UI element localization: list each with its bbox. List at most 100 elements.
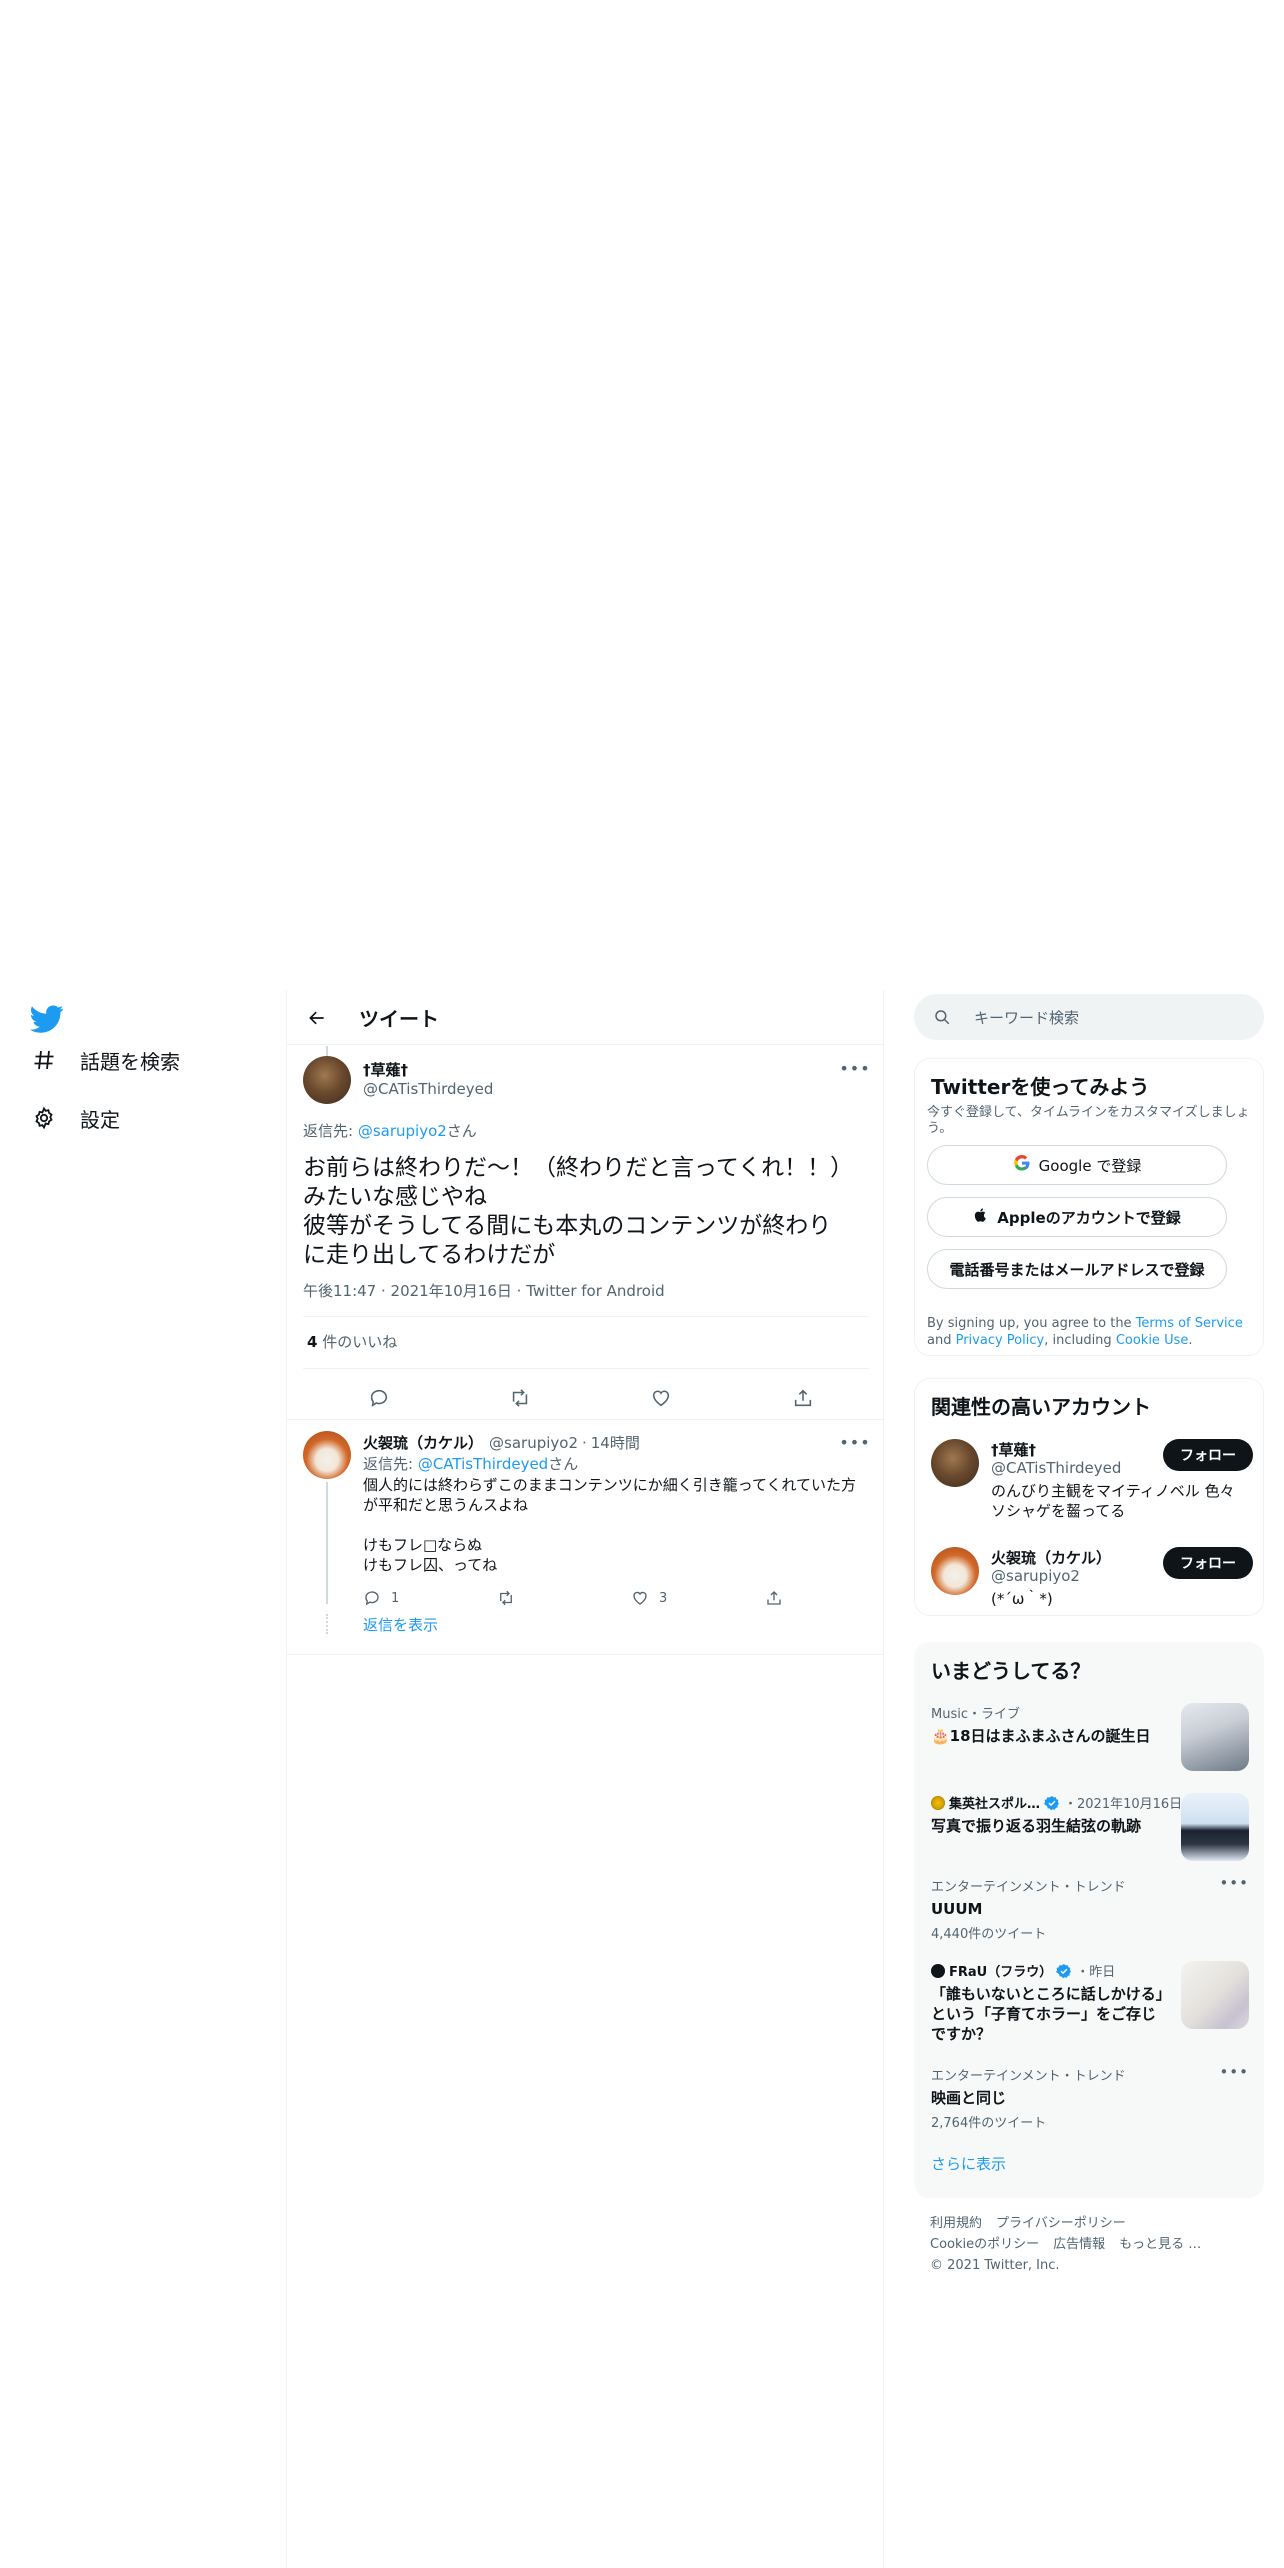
thread-connector (326, 1046, 328, 1056)
back-button[interactable] (301, 1002, 333, 1034)
nav-explore[interactable]: 話題を検索 (30, 1040, 180, 1080)
show-replies-link[interactable]: 返信を表示 (363, 1614, 438, 1635)
tweet-text: お前らは終わりだ～！（終わりだと言ってくれ！！） みたいな感じやね 彼等がそうし… (303, 1155, 854, 1268)
related-account[interactable]: †草薙† @CATisThirdeyed のんびり主観をマイティノベル 色々ソシ… (931, 1439, 1253, 1520)
tweet-time[interactable]: 午後11:47 (303, 1282, 376, 1300)
tweet-client[interactable]: Twitter for Android (526, 1282, 664, 1300)
terms-link[interactable]: Terms of Service (1136, 1316, 1243, 1331)
retweet-button[interactable] (497, 1584, 515, 1612)
reply-to-link[interactable]: @sarupiyo2 (358, 1122, 447, 1140)
trend-meta: エンターテインメント・トレンド (931, 2069, 1126, 2084)
avatar[interactable] (931, 1547, 979, 1595)
likes-count-link[interactable]: 4 件のいいね (307, 1331, 397, 1352)
share-button[interactable] (765, 1584, 783, 1612)
reply-text: 個人的には終わらずこのままコンテンツにか細く引き籠ってくれていた方 が平和だと思… (363, 1476, 857, 1574)
trend-item[interactable]: Music・ライブ 🎂18日はまふまふさんの誕生日 (931, 1703, 1249, 1773)
tweet-date[interactable]: 2021年10月16日 (391, 1282, 512, 1300)
reply-button[interactable] (359, 1378, 399, 1418)
reply-to-link[interactable]: @CATisThirdeyed (418, 1455, 548, 1473)
tweet-timestamp: 午後11:47 · 2021年10月16日 · Twitter for Andr… (303, 1282, 665, 1300)
footer-links-row: 利用規約 プライバシーポリシー (930, 2213, 1250, 2234)
reply-count: 1 (391, 1590, 400, 1606)
signup-subtitle: 今すぐ登録して、タイムラインをカスタマイズしましょう。 (927, 1105, 1250, 1136)
apple-signup-button[interactable]: Appleのアカウントで登録 (927, 1197, 1227, 1237)
likes-label: 件のいいね (317, 1333, 398, 1351)
author-handle[interactable]: @CATisThirdeyed (363, 1080, 493, 1098)
cookie-link[interactable]: Cookie Use (1116, 1333, 1189, 1348)
trend-source: 集英社スポル… (949, 1797, 1041, 1812)
legal-text-1: By signing up, you agree to the (927, 1316, 1136, 1331)
trend-title: UUUM (931, 1900, 983, 1918)
hashtag-icon (30, 1046, 58, 1074)
retweet-button[interactable] (500, 1378, 540, 1418)
thread-connector (326, 1482, 328, 1604)
page-title: ツイート (359, 1007, 439, 1031)
source-avatar (931, 1963, 945, 1978)
retweet-icon (512, 1389, 528, 1407)
related-account[interactable]: 火袈琉（カケル） @sarupiyo2 (*´ω｀*) フォロー (931, 1547, 1253, 1608)
account-name[interactable]: 火袈琉（カケル） (991, 1547, 1111, 1568)
account-bio: (*´ω｀*) (991, 1590, 1053, 1608)
follow-button[interactable]: フォロー (1163, 1547, 1253, 1579)
reply-to-prefix: 返信先: (363, 1455, 418, 1473)
heart-icon (633, 1591, 647, 1605)
related-accounts-card: 関連性の高いアカウント †草薙† @CATisThirdeyed のんびり主観を… (914, 1378, 1264, 1616)
reply-actions: 1 3 (363, 1584, 863, 1612)
reply-time[interactable]: 14時間 (591, 1434, 640, 1452)
nav-settings[interactable]: 設定 (30, 1098, 120, 1138)
legal-text-3: , including (1044, 1333, 1116, 1348)
account-name[interactable]: †草薙† (991, 1439, 1036, 1460)
trend-meta: エンターテインメント・トレンド (931, 1880, 1126, 1895)
like-button[interactable] (641, 1378, 681, 1418)
more-options-icon[interactable]: ••• (1219, 2063, 1249, 2081)
author-display-name[interactable]: †草薙† (363, 1059, 408, 1080)
avatar[interactable] (931, 1439, 979, 1487)
google-signup-button[interactable]: Google で登録 (927, 1145, 1227, 1185)
trend-item[interactable]: エンターテインメント・トレンド UUUM 4,440件のツイート ••• (931, 1874, 1249, 1946)
author-avatar[interactable] (303, 1056, 351, 1104)
reply-icon (370, 1389, 388, 1407)
legal-text-4: . (1188, 1333, 1193, 1348)
divider (303, 1316, 869, 1317)
trend-item[interactable]: FRaU（フラウ） ・昨日 「誰もいないところに話しかける」という「子育てホラー… (931, 1961, 1249, 2057)
reply-header: 火袈琉（カケル） @sarupiyo2 · 14時間 (363, 1432, 640, 1453)
reply-author-avatar[interactable] (303, 1431, 351, 1479)
footer-link[interactable]: Cookieのポリシー (930, 2237, 1039, 2252)
verified-badge-icon (1044, 1795, 1060, 1811)
account-handle[interactable]: @CATisThirdeyed (991, 1459, 1121, 1477)
share-button[interactable] (783, 1378, 823, 1418)
footer-link[interactable]: 広告情報 (1053, 2237, 1105, 2252)
search-placeholder[interactable]: キーワード検索 (974, 1007, 1079, 1028)
show-more-link[interactable]: さらに表示 (931, 2153, 1006, 2174)
twitter-logo-icon[interactable] (30, 1002, 66, 1038)
search-box[interactable]: キーワード検索 (914, 994, 1264, 1040)
more-options-icon[interactable]: ••• (839, 1056, 869, 1080)
sidebar-footer: 利用規約 プライバシーポリシー Cookieのポリシー 広告情報 もっと見る … © … (930, 2213, 1250, 2276)
app-layout: 話題を検索 設定 ツイート †草薙† @CATisThirdeyed ••• 返… (0, 990, 1284, 2568)
trend-title: 「誰もいないところに話しかける」という「子育てホラー」をご存じですか？ (931, 1985, 1164, 2043)
google-signup-label: Google で登録 (1038, 1156, 1142, 1175)
likes-count: 4 (307, 1333, 318, 1351)
footer-link[interactable]: プライバシーポリシー (996, 2216, 1126, 2231)
trend-item[interactable]: エンターテインメント・トレンド 映画と同じ 2,764件のツイート ••• (931, 2063, 1249, 2135)
privacy-link[interactable]: Privacy Policy (956, 1333, 1045, 1348)
reply-icon (365, 1591, 379, 1606)
nav-explore-label: 話題を検索 (80, 1049, 180, 1074)
footer-link[interactable]: もっと見る … (1119, 2237, 1201, 2252)
phone-email-signup-button[interactable]: 電話番号またはメールアドレスで登録 (927, 1249, 1227, 1289)
left-navigation: 話題を検索 設定 (0, 990, 286, 2568)
trend-item[interactable]: 集英社スポル… ・2021年10月16日 写真で振り返る羽生結弦の軌跡 (931, 1793, 1249, 1863)
reply-to-suffix: さん (446, 1122, 477, 1140)
gear-icon (30, 1104, 58, 1132)
more-options-icon[interactable]: ••• (1219, 1874, 1249, 1892)
footer-link[interactable]: 利用規約 (930, 2216, 982, 2231)
account-handle[interactable]: @sarupiyo2 (991, 1567, 1080, 1585)
follow-button[interactable]: フォロー (1163, 1439, 1253, 1471)
reply-author-handle[interactable]: @sarupiyo2 (489, 1434, 578, 1452)
reply-author-name[interactable]: 火袈琉（カケル） (363, 1434, 483, 1452)
reply-button[interactable]: 1 (363, 1584, 399, 1612)
more-options-icon[interactable]: ••• (839, 1430, 869, 1454)
like-button[interactable]: 3 (631, 1584, 667, 1612)
trend-title: 写真で振り返る羽生結弦の軌跡 (931, 1817, 1142, 1835)
column-header: ツイート (287, 990, 883, 1045)
